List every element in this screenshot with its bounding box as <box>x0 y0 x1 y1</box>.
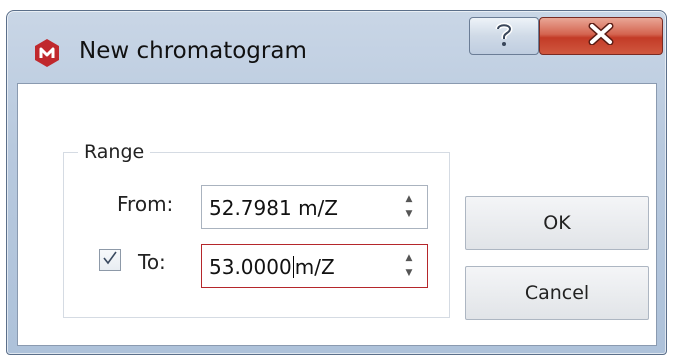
chevron-down-icon[interactable]: ▼ <box>403 208 415 220</box>
checkmark-icon <box>101 249 119 271</box>
help-icon <box>493 21 515 51</box>
range-groupbox <box>63 152 450 318</box>
to-spinbox[interactable]: 53.0000 m/Z ▲ ▼ <box>201 244 428 288</box>
to-value[interactable]: 53.0000 m/Z <box>209 255 335 279</box>
chevron-up-icon[interactable]: ▲ <box>403 252 415 264</box>
from-label: From: <box>117 192 174 216</box>
close-icon <box>588 22 614 49</box>
app-logo-icon <box>32 38 62 68</box>
to-label: To: <box>138 250 166 274</box>
dialog-body: Range From: 52.7981 m/Z ▲ ▼ To: 53.0000 m… <box>17 83 657 346</box>
close-button[interactable] <box>539 17 663 55</box>
range-group-label: Range <box>78 141 151 163</box>
window-title: New chromatogram <box>79 38 307 64</box>
chevron-up-icon[interactable]: ▲ <box>403 193 415 205</box>
help-button[interactable] <box>469 17 539 55</box>
chevron-down-icon[interactable]: ▼ <box>403 267 415 279</box>
from-value[interactable]: 52.7981 m/Z <box>209 196 338 220</box>
dialog-window: New chromatogram Range From: 52.7981 m/Z… <box>6 10 667 355</box>
from-spinbox[interactable]: 52.7981 m/Z ▲ ▼ <box>201 185 428 229</box>
cancel-button[interactable]: Cancel <box>465 266 649 320</box>
text-caret <box>292 256 294 278</box>
to-checkbox[interactable] <box>99 249 121 271</box>
title-bar[interactable]: New chromatogram <box>7 11 666 83</box>
ok-button[interactable]: OK <box>465 196 649 250</box>
